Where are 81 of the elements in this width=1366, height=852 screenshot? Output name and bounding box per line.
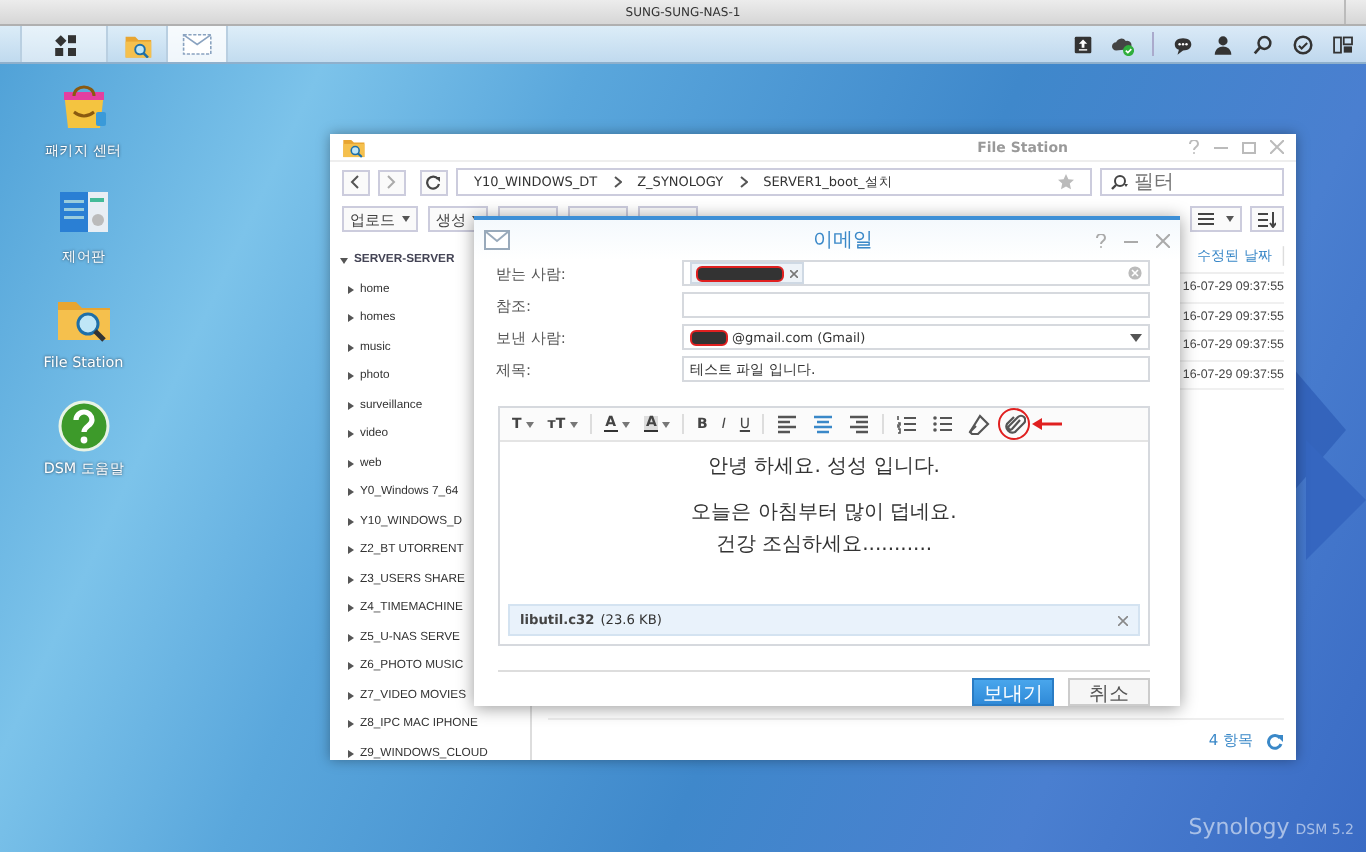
align-right-icon [848,413,871,435]
list-icon [1198,212,1214,226]
align-left-button[interactable] [774,412,801,436]
expand-arrow-icon[interactable] [348,401,354,410]
expand-arrow-icon[interactable] [348,720,354,729]
envelope-taskbar-button[interactable] [168,26,228,62]
folder-search-icon [123,31,151,57]
remove-icon[interactable] [790,269,798,277]
expand-arrow-icon[interactable] [348,488,354,497]
expand-arrow-icon[interactable] [348,372,354,381]
expand-arrow-icon[interactable] [348,691,354,700]
search-icon[interactable] [1252,33,1274,55]
expand-arrow-icon[interactable] [348,459,354,468]
expand-arrow-icon[interactable] [348,633,354,642]
eraser-icon [968,413,991,435]
attach-button[interactable] [998,408,1031,440]
search-input[interactable]: 필터 [1134,171,1254,193]
annotation-arrow-icon [1032,416,1063,432]
expand-arrow-icon[interactable] [348,662,354,671]
recipient-chip[interactable] [690,262,804,284]
star-icon[interactable] [1058,174,1074,190]
expand-arrow-icon[interactable] [348,314,354,323]
expand-arrow-icon[interactable] [348,285,354,294]
widgets-icon[interactable] [1332,33,1354,55]
expanded-arrow-icon[interactable] [340,257,348,264]
chevron-icon [613,176,622,188]
cc-field[interactable] [682,292,1150,318]
bullet-list-button[interactable] [930,412,957,436]
dropdown-caret-icon[interactable] [1130,333,1142,341]
expand-arrow-icon[interactable] [348,343,354,352]
back-button[interactable] [342,169,370,195]
cloud-check-icon[interactable] [1112,33,1134,55]
message-line: 오늘은 아침부터 많이 덥네요. [691,500,957,526]
attach-icon [1003,413,1026,435]
remove-icon[interactable] [1118,615,1128,625]
expand-arrow-icon[interactable] [348,546,354,555]
message-line: 건강 조심하세요........... [715,532,933,558]
refresh-button[interactable] [420,169,448,195]
search-icon [1110,174,1128,190]
message-line: 안녕 하세요. 성성 입니다. [708,454,940,480]
expand-arrow-icon[interactable] [348,749,354,758]
forward-icon [384,174,400,190]
folder-search-icon [342,136,366,158]
view-mode-button[interactable] [1190,206,1242,232]
expand-arrow-icon[interactable] [348,430,354,439]
gauge-icon[interactable] [1292,33,1314,55]
upload-icon[interactable] [1072,33,1094,55]
caret-icon [525,421,534,427]
chat-icon[interactable] [1172,33,1194,55]
ordered-list-icon [896,413,919,435]
envelope-icon [484,230,510,250]
brand-name: Synology [1188,814,1290,840]
chevron-icon [739,176,748,188]
dialog-title: 이메일 [811,228,875,254]
cancel-button[interactable]: 취소 [1068,678,1150,706]
sort-button[interactable] [1250,206,1284,232]
align-center-icon [812,413,835,435]
align-right-button[interactable] [846,412,873,436]
caret-icon [569,421,578,427]
back-icon [348,174,364,190]
expand-arrow-icon[interactable] [348,517,354,526]
align-center-button[interactable] [810,412,837,436]
ordered-list-button[interactable] [894,412,921,436]
envelope-icon [182,30,212,58]
refresh-icon[interactable] [1266,731,1284,749]
bullet-list-icon [932,413,955,435]
caret-icon [622,421,631,427]
main-menu-icon [51,31,77,57]
align-left-icon [776,413,799,435]
recipient-field[interactable] [682,260,1150,286]
user-icon[interactable] [1212,33,1234,55]
caret-icon [1226,216,1234,222]
expand-arrow-icon[interactable] [348,575,354,584]
caret-icon [662,421,671,427]
eraser-button[interactable] [966,412,993,436]
refresh-icon [426,174,442,190]
main-menu-taskbar-button[interactable] [20,26,108,62]
caret-icon [402,216,410,222]
sort-icon [1258,211,1276,227]
expand-arrow-icon[interactable] [348,604,354,613]
search-field[interactable]: 필터 [1100,168,1284,196]
